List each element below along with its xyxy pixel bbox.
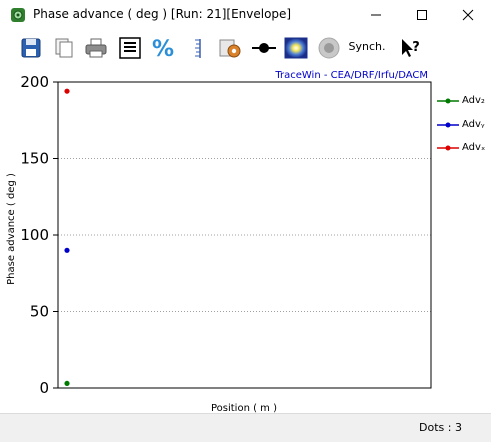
status-bar: Dots : 3: [0, 413, 491, 442]
dots-count: Dots : 3: [419, 421, 462, 434]
legend-item-adv-x[interactable]: Advₓ: [436, 141, 488, 157]
app-icon: [10, 7, 26, 23]
percent-button[interactable]: %: [150, 35, 176, 61]
legend-label-adv-y: Advᵧ: [462, 119, 485, 130]
settings-button[interactable]: [217, 35, 243, 61]
y-axis-label: Phase advance ( deg ): [6, 173, 17, 285]
y-tick-label-200: 200: [20, 73, 49, 91]
minimize-icon: [371, 14, 381, 16]
line-style-button[interactable]: [251, 35, 277, 61]
legend-marker-adv-z: [437, 98, 459, 104]
text-view-button[interactable]: [117, 35, 143, 61]
title-bar: Phase advance ( deg ) [Run: 21][Envelope…: [0, 0, 491, 30]
y-tick-label-50: 50: [30, 303, 49, 321]
density-button[interactable]: [283, 35, 309, 61]
maximize-icon: [417, 10, 427, 20]
data-point-series-1-0[interactable]: [64, 247, 70, 253]
print-button[interactable]: [83, 35, 109, 61]
copy-button[interactable]: [51, 35, 77, 61]
maximize-button[interactable]: [399, 0, 445, 30]
data-point-series-0-0[interactable]: [64, 380, 70, 387]
y-tick-label-0: 0: [39, 379, 49, 397]
help-button[interactable]: ?: [397, 35, 423, 61]
close-icon: [462, 9, 474, 21]
y-tick-label-150: 150: [20, 150, 49, 168]
copy-icon: [55, 38, 73, 58]
x-axis-label: Position ( m ): [211, 403, 277, 413]
phase-advance-chart: TraceWin - CEA/DRF/Irfu/DACM 0 50 100 150 20…: [6, 70, 432, 413]
synch-button[interactable]: Synch.: [344, 40, 390, 58]
density-map-icon: [284, 37, 308, 59]
minimize-button[interactable]: [353, 0, 399, 30]
legend-label-adv-x: Advₓ: [462, 142, 486, 153]
help-pointer-icon: ?: [402, 39, 420, 57]
plot-window: Phase advance ( deg ) [Run: 21][Envelope…: [0, 0, 491, 442]
scale-button[interactable]: [184, 35, 210, 61]
legend-label-adv-z: Adv₂: [462, 95, 485, 106]
svg-text:%: %: [152, 37, 174, 61]
watermark-label: TraceWin - CEA/DRF/Irfu/DACM: [274, 70, 428, 81]
svg-text:?: ?: [412, 40, 420, 55]
legend-marker-adv-y: [437, 122, 459, 128]
legend-item-adv-y[interactable]: Advᵧ: [436, 118, 488, 134]
y-tick-label-100: 100: [20, 226, 49, 244]
printer-icon: [85, 38, 107, 58]
close-button[interactable]: [445, 0, 491, 30]
ruler-icon: [195, 39, 201, 58]
text-lines-icon: [119, 37, 141, 59]
legend-item-adv-z[interactable]: Adv₂: [436, 94, 488, 110]
save-button[interactable]: [18, 35, 44, 61]
record-disabled-icon: [318, 37, 340, 59]
gear-icon: [219, 39, 241, 58]
save-icon: [21, 38, 41, 58]
record-button[interactable]: [316, 35, 342, 61]
data-point-series-2-0[interactable]: [64, 88, 70, 94]
legend-marker-adv-x: [437, 145, 459, 151]
toolbar: % Synch. ?: [0, 30, 491, 66]
percent-icon: %: [152, 37, 174, 61]
plot-area: TraceWin - CEA/DRF/Irfu/DACM 0 50 100 150 20…: [0, 66, 491, 413]
line-marker-icon: [252, 43, 276, 53]
window-title: Phase advance ( deg ) [Run: 21][Envelope…: [33, 7, 292, 21]
